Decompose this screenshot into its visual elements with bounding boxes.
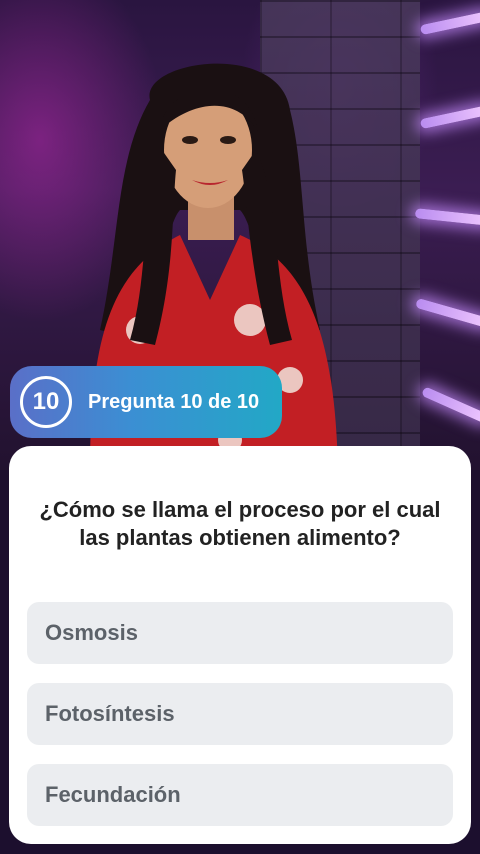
question-number-circle: 10 — [20, 376, 72, 428]
answer-option-label: Osmosis — [45, 620, 138, 645]
neon-light-strip — [414, 208, 480, 226]
question-progress-badge: 10 Pregunta 10 de 10 — [10, 366, 282, 438]
answer-option-label: Fotosíntesis — [45, 701, 175, 726]
question-number: 10 — [32, 388, 60, 415]
answer-option-2[interactable]: Fotosíntesis — [27, 683, 453, 745]
neon-light-strip — [419, 10, 480, 36]
answer-option-1[interactable]: Osmosis — [27, 602, 453, 664]
quiz-screen: 10 Pregunta 10 de 10 ¿Cómo se llama el p… — [0, 0, 480, 854]
neon-light-strip — [419, 104, 480, 130]
neon-light-strip — [420, 386, 480, 424]
answer-option-label: Fecundación — [45, 782, 181, 807]
question-card: ¿Cómo se llama el proceso por el cual la… — [9, 446, 471, 844]
question-progress-label: Pregunta 10 de 10 — [88, 390, 260, 413]
question-text: ¿Cómo se llama el proceso por el cual la… — [39, 497, 441, 550]
answer-option-3[interactable]: Fecundación — [27, 764, 453, 826]
neon-light-strip — [415, 297, 480, 329]
